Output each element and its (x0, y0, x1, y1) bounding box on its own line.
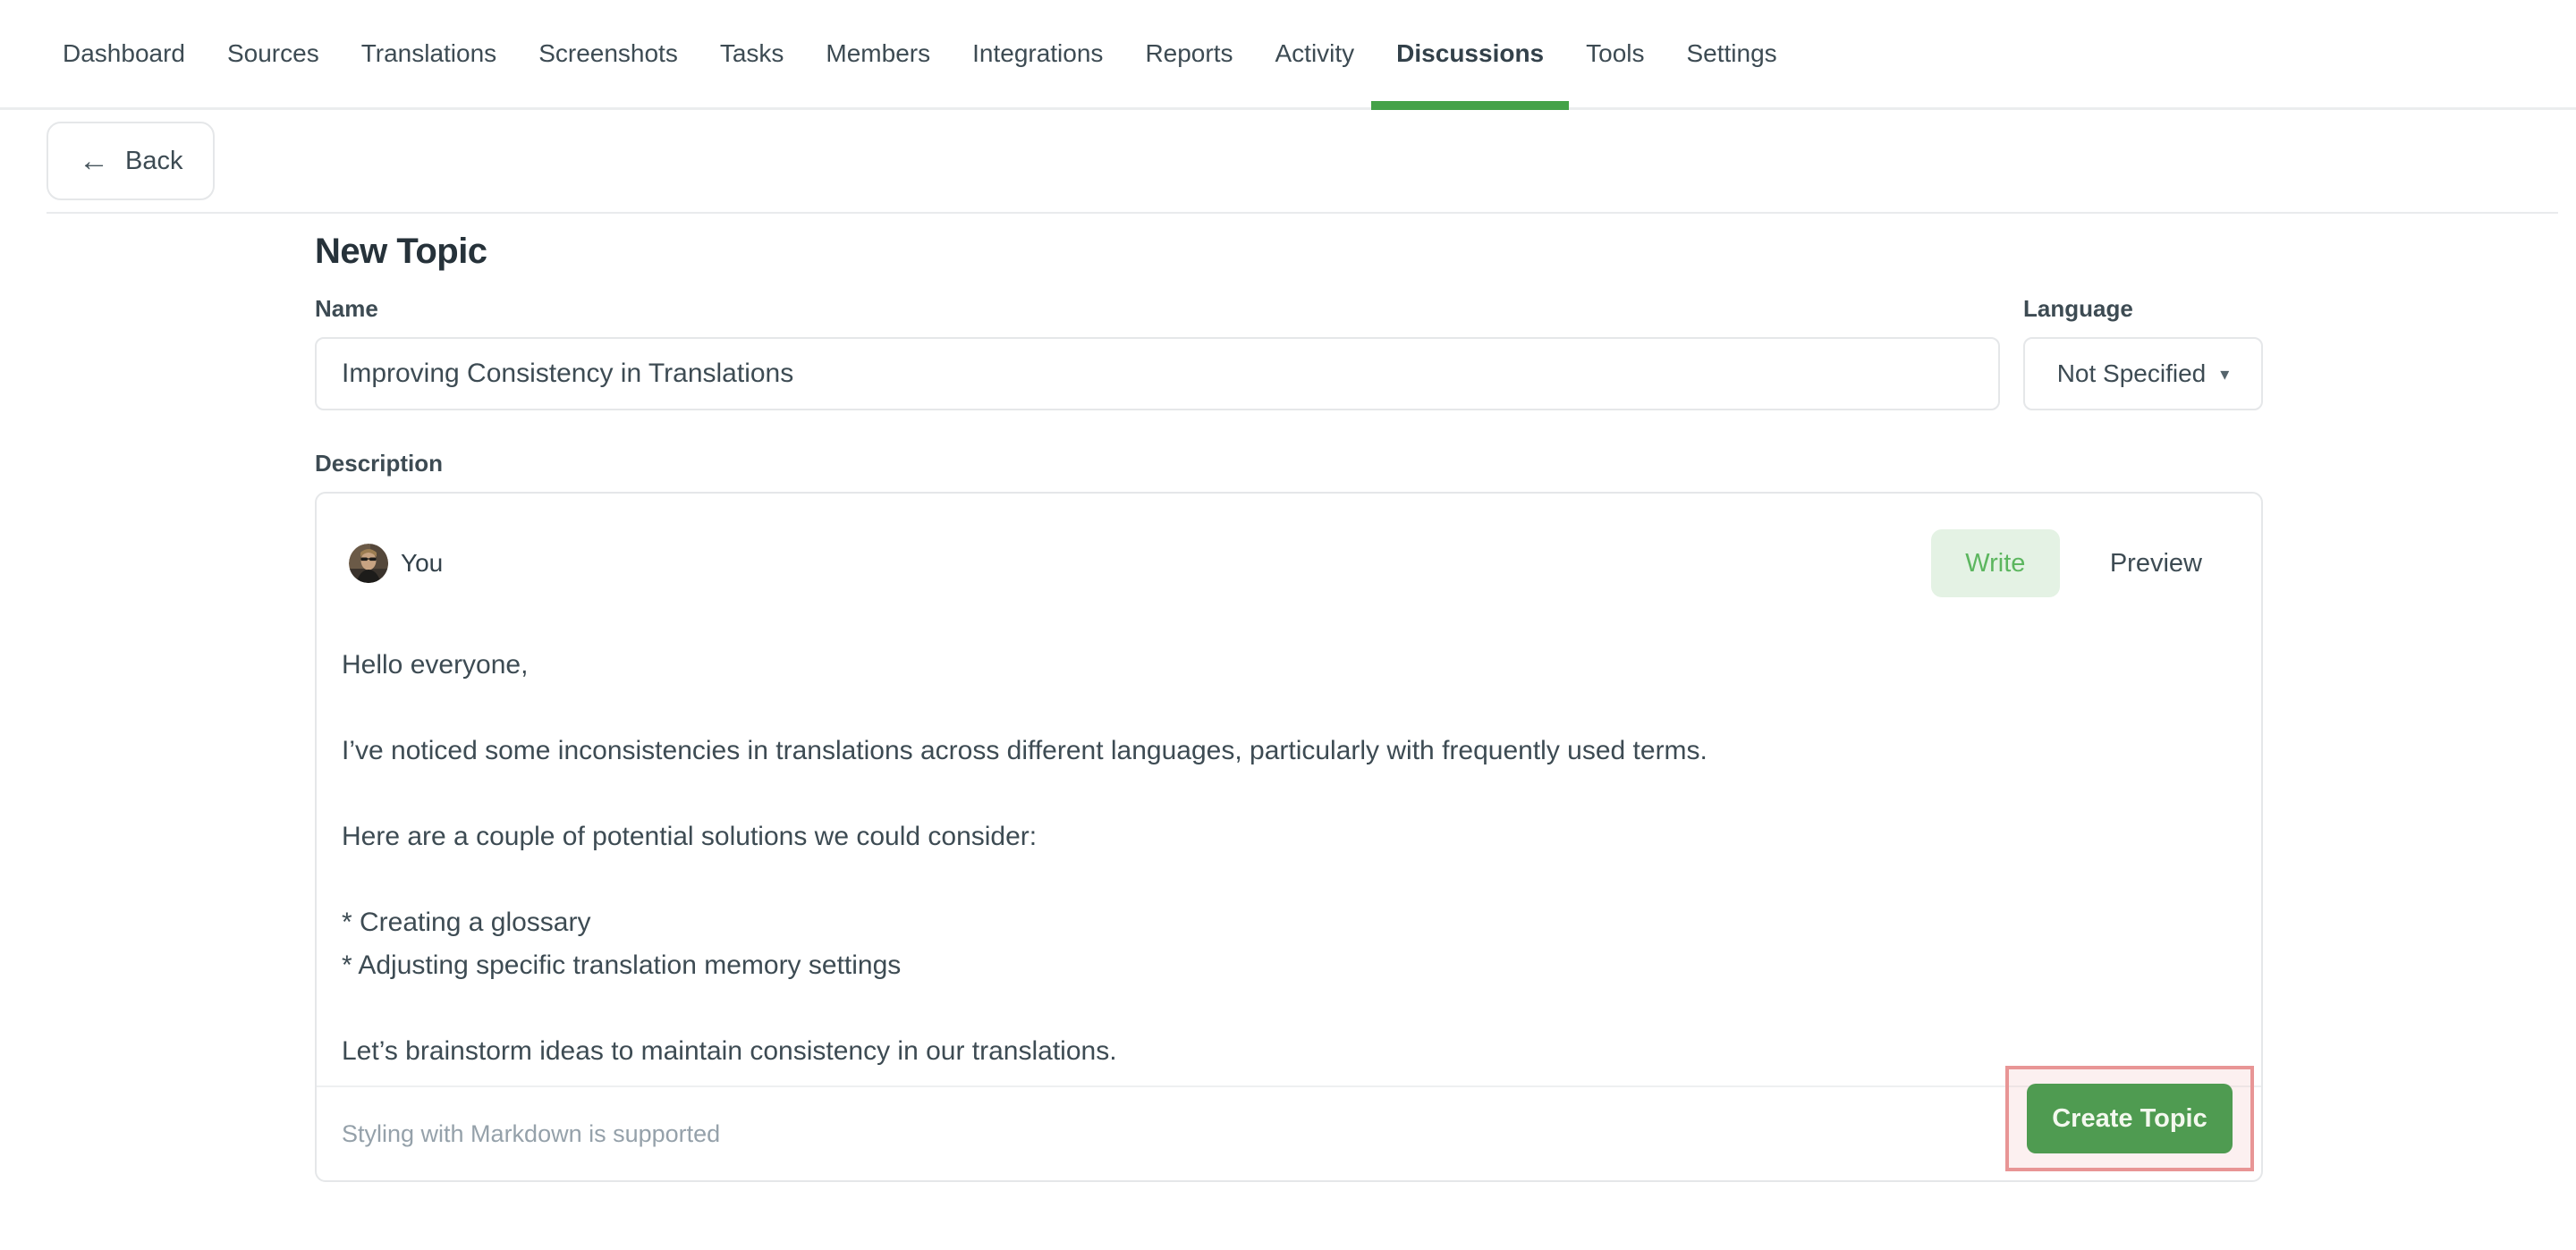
editor-footer: Styling with Markdown is supported (317, 1085, 2261, 1180)
click-highlight-annotation: Create Topic (2005, 1066, 2254, 1171)
fields-row: Not Specified ▾ (315, 337, 2263, 410)
nav-item-tasks[interactable]: Tasks (720, 0, 784, 107)
markdown-hint: Styling with Markdown is supported (342, 1120, 720, 1148)
nav-item-dashboard[interactable]: Dashboard (63, 0, 185, 107)
top-nav: Dashboard Sources Translations Screensho… (0, 0, 2576, 110)
nav-item-members[interactable]: Members (826, 0, 930, 107)
nav-item-translations[interactable]: Translations (361, 0, 496, 107)
language-dropdown[interactable]: Not Specified ▾ (2023, 337, 2263, 410)
new-topic-form: New Topic Name Language Not Specified ▾ … (315, 232, 2263, 1182)
nav-item-screenshots[interactable]: Screenshots (538, 0, 678, 107)
page-divider (47, 212, 2558, 214)
back-button-label: Back (125, 147, 182, 176)
field-labels-row: Name Language (315, 295, 2263, 323)
nav-item-settings[interactable]: Settings (1687, 0, 1777, 107)
editor-tabs: Write Preview (1931, 529, 2229, 597)
nav-item-sources[interactable]: Sources (227, 0, 319, 107)
tab-preview[interactable]: Preview (2110, 549, 2202, 579)
create-topic-button[interactable]: Create Topic (2027, 1084, 2233, 1153)
user-avatar (349, 544, 388, 583)
nav-item-integrations[interactable]: Integrations (972, 0, 1103, 107)
language-label: Language (2023, 295, 2263, 323)
description-editor: You Write Preview Hello everyone, I’ve n… (315, 492, 2263, 1182)
nav-item-reports[interactable]: Reports (1145, 0, 1233, 107)
tab-write[interactable]: Write (1931, 529, 2060, 597)
back-button[interactable]: ← Back (47, 122, 215, 200)
language-dropdown-value: Not Specified (2057, 359, 2207, 388)
name-input[interactable] (315, 337, 2000, 410)
chevron-down-icon: ▾ (2220, 363, 2229, 385)
nav-item-tools[interactable]: Tools (1586, 0, 1644, 107)
author-name: You (401, 549, 443, 578)
back-row: ← Back (0, 110, 2576, 212)
description-textarea[interactable]: Hello everyone, I’ve noticed some incons… (342, 644, 2236, 1073)
description-label: Description (315, 450, 2263, 477)
name-label: Name (315, 295, 378, 323)
page-title: New Topic (315, 232, 2263, 272)
avatar-image (349, 544, 388, 583)
nav-item-activity[interactable]: Activity (1275, 0, 1354, 107)
back-arrow-icon: ← (79, 146, 109, 176)
nav-item-discussions[interactable]: Discussions (1396, 0, 1544, 107)
editor-header: You Write Preview (317, 494, 2261, 597)
